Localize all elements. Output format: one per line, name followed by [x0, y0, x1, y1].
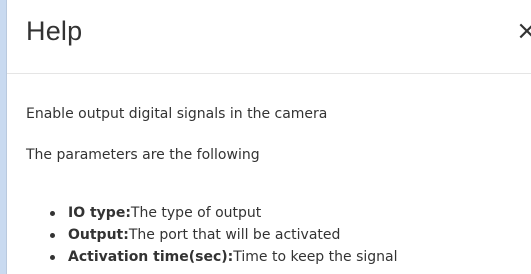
param-name: IO type: [68, 205, 131, 221]
bullet-icon [50, 233, 55, 238]
params-heading: The parameters are the following [26, 147, 260, 163]
help-dialog: Help × Enable output digital signals in … [6, 0, 531, 274]
param-description: Time to keep the signal [233, 249, 398, 265]
help-window: Help × Enable output digital signals in … [0, 0, 531, 274]
list-item: IO type:The type of output [48, 202, 397, 224]
list-item: Activation time(sec):Time to keep the si… [48, 246, 397, 268]
param-name: Activation time(sec): [68, 249, 234, 265]
bullet-icon [50, 211, 55, 216]
dialog-title: Help [26, 16, 83, 46]
param-description: The type of output [130, 205, 262, 221]
list-item: Output:The port that will be activated [48, 224, 397, 246]
param-name: Output: [68, 227, 129, 243]
dialog-body: Enable output digital signals in the cam… [7, 74, 531, 274]
params-list: IO type:The type of output Output:The po… [48, 202, 397, 268]
param-description: The port that will be activated [128, 227, 341, 243]
close-icon[interactable]: × [516, 16, 531, 46]
intro-text: Enable output digital signals in the cam… [26, 106, 328, 122]
bullet-icon [50, 255, 55, 260]
dialog-header: Help × [7, 0, 531, 74]
